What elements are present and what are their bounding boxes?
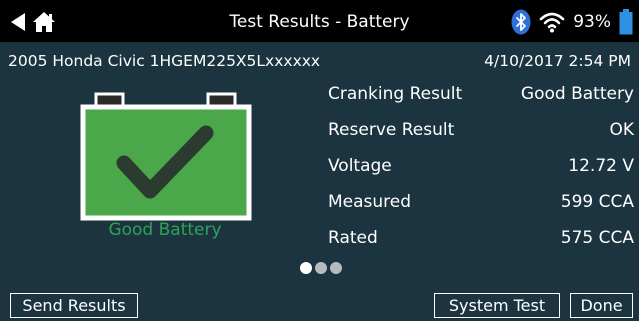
result-row-measured: Measured 599 CCA xyxy=(328,184,634,220)
verdict-label: Good Battery xyxy=(108,220,222,240)
vehicle-info: 2005 Honda Civic 1HGEM225X5Lxxxxxx xyxy=(8,52,321,70)
result-label: Voltage xyxy=(328,156,392,176)
results-list: Cranking Result Good Battery Reserve Res… xyxy=(328,76,634,256)
result-label: Measured xyxy=(328,192,412,212)
result-value: 12.72 V xyxy=(568,156,634,176)
page-dot[interactable] xyxy=(315,262,327,274)
result-row-rated: Rated 575 CCA xyxy=(328,220,634,256)
result-value: 599 CCA xyxy=(560,192,634,212)
top-bar: Test Results - Battery 93% xyxy=(0,0,639,42)
result-row-voltage: Voltage 12.72 V xyxy=(328,148,634,184)
page-indicator[interactable] xyxy=(300,262,342,274)
page-dot[interactable] xyxy=(300,262,312,274)
result-label: Reserve Result xyxy=(328,120,455,140)
result-value: 575 CCA xyxy=(560,228,634,248)
battery-percent: 93% xyxy=(573,12,611,32)
battery-level-icon xyxy=(619,9,633,35)
footer-bar: Send Results System Test Done xyxy=(0,291,639,321)
result-row-reserve: Reserve Result OK xyxy=(328,112,634,148)
date-time: 4/10/2017 2:54 PM xyxy=(484,52,631,70)
status-area: 93% xyxy=(511,9,633,35)
result-value: OK xyxy=(609,120,634,140)
bluetooth-icon xyxy=(511,9,531,35)
result-label: Rated xyxy=(328,228,378,248)
done-button[interactable]: Done xyxy=(570,293,633,318)
battery-check-icon xyxy=(80,92,252,221)
results-panel: 2005 Honda Civic 1HGEM225X5Lxxxxxx 4/10/… xyxy=(0,42,639,321)
result-value: Good Battery xyxy=(520,84,634,104)
result-row-cranking: Cranking Result Good Battery xyxy=(328,76,634,112)
system-test-button[interactable]: System Test xyxy=(434,293,560,318)
wifi-icon xyxy=(539,12,565,33)
send-results-button[interactable]: Send Results xyxy=(10,293,138,318)
result-label: Cranking Result xyxy=(328,84,463,104)
page-dot[interactable] xyxy=(330,262,342,274)
